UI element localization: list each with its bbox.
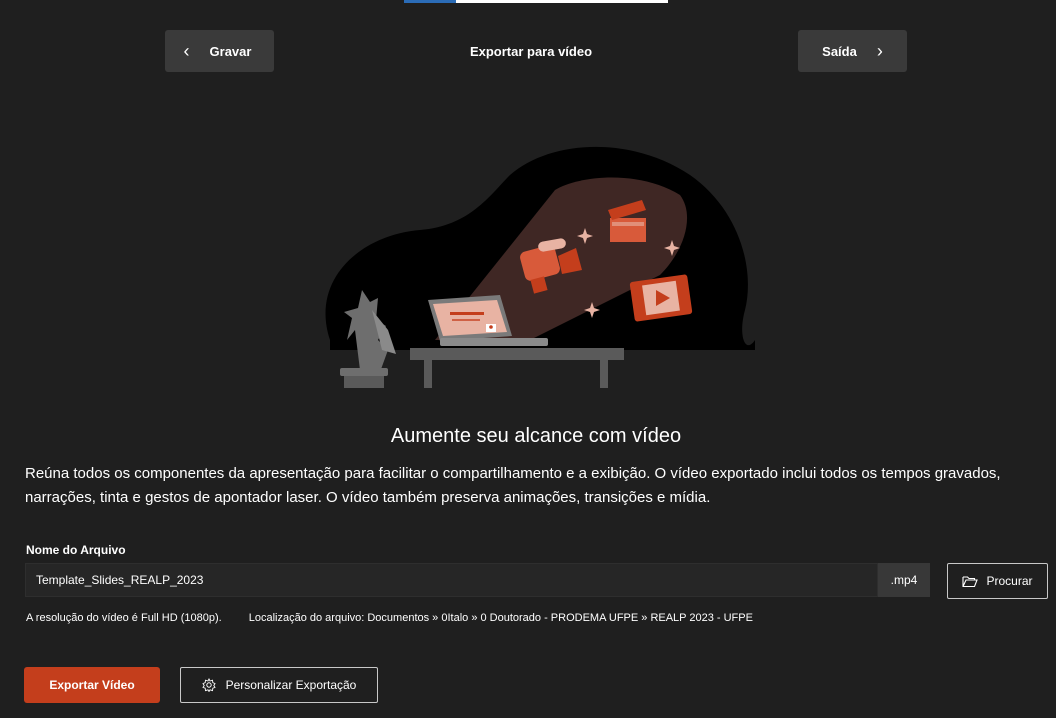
file-extension: .mp4	[878, 563, 930, 597]
file-name-label: Nome do Arquivo	[26, 543, 126, 557]
customize-export-button[interactable]: Personalizar Exportação	[180, 667, 378, 703]
customize-export-label: Personalizar Exportação	[225, 678, 357, 692]
top-accent-blue-segment	[404, 0, 456, 3]
resolution-text: A resolução do vídeo é Full HD (1080p).	[26, 612, 222, 624]
folder-open-icon	[962, 575, 979, 587]
browse-button[interactable]: Procurar	[947, 563, 1048, 599]
settings-gear-icon	[201, 678, 216, 692]
exit-label: Saída	[822, 43, 857, 59]
hero-headline: Aumente seu alcance com vídeo	[390, 425, 682, 447]
file-location-text: Localização do arquivo: Documentos » 0It…	[248, 612, 753, 624]
film-strip-icon	[629, 274, 693, 322]
video-export-illustration	[325, 146, 755, 388]
exit-button[interactable]: Saída ›	[798, 30, 907, 72]
top-accent-bar	[404, 0, 668, 3]
browse-label: Procurar	[986, 574, 1033, 588]
table-icon	[410, 348, 624, 388]
file-name-input[interactable]	[25, 563, 878, 597]
export-video-button[interactable]: Exportar Vídeo	[24, 667, 160, 703]
export-to-video-page: ‹ Gravar Exportar para vídeo Saída › Aum…	[0, 0, 1056, 718]
hero-description: Reúna todos os componentes da apresentaç…	[25, 465, 1001, 506]
chevron-right-icon: ›	[876, 41, 883, 61]
export-info-line: A resolução do vídeo é Full HD (1080p). …	[26, 612, 753, 624]
